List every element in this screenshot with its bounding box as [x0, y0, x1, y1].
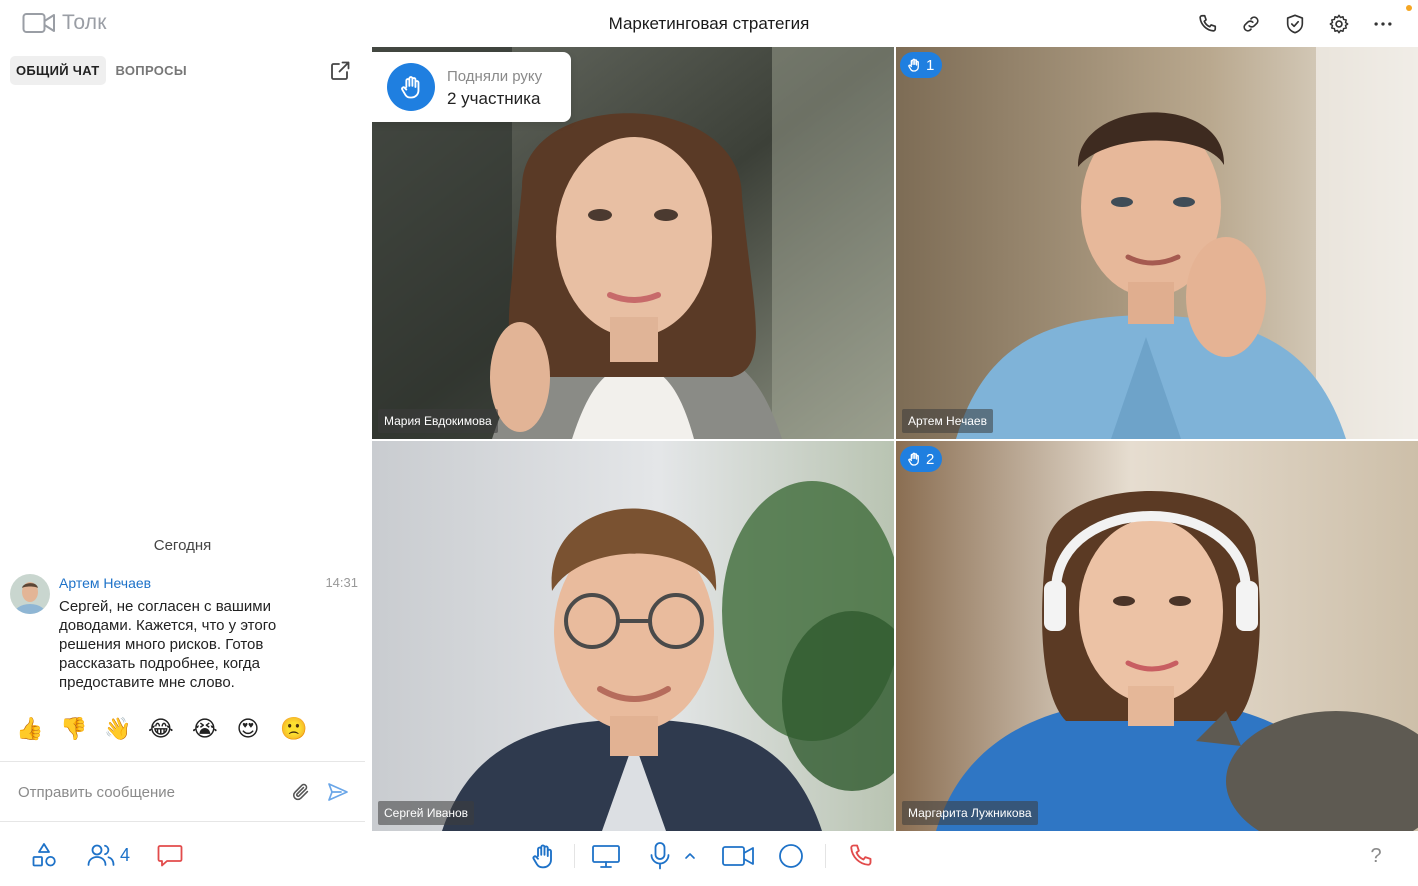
- divider: [574, 844, 575, 868]
- monitor-icon: [592, 845, 620, 868]
- more-button[interactable]: [1368, 11, 1398, 37]
- phone-button[interactable]: [1192, 11, 1222, 37]
- send-icon: [328, 783, 348, 801]
- screen-share-button[interactable]: [591, 842, 621, 870]
- camera-logo-icon: [22, 13, 55, 33]
- shapes-icon: [32, 843, 56, 867]
- top-bar: Толк Маркетинговая стратегия: [0, 0, 1418, 47]
- tab-questions[interactable]: ВОПРОСЫ: [110, 56, 193, 85]
- top-actions: [1192, 11, 1398, 37]
- shield-check-icon: [1286, 14, 1304, 34]
- security-button[interactable]: [1280, 11, 1310, 37]
- settings-button[interactable]: [1324, 11, 1354, 37]
- raised-hand-badge: 1: [900, 52, 943, 78]
- video-grid: Подняли руку 2 участника Мария Евдокимов…: [372, 47, 1418, 831]
- message-composer: [0, 761, 365, 822]
- microphone-button[interactable]: [647, 841, 673, 871]
- app-logo: Толк: [22, 11, 107, 35]
- hand-icon: [908, 58, 919, 72]
- avatar-image: [10, 574, 50, 614]
- raised-hands-count: 2 участника: [447, 89, 541, 108]
- video-tile[interactable]: 2 Маргарита Лужникова: [896, 441, 1418, 831]
- raised-hands-indicator: [387, 63, 435, 111]
- help-button[interactable]: ?: [1364, 841, 1388, 871]
- participant-name: Маргарита Лужникова: [902, 801, 1038, 825]
- hand-icon: [401, 76, 420, 99]
- video-camera-icon: [722, 846, 754, 866]
- participant-video: [896, 441, 1418, 831]
- video-tile-active-speaker[interactable]: Сергей Иванов: [372, 441, 894, 831]
- microphone-icon: [650, 842, 670, 870]
- chat-tabs: ОБЩИЙ ЧАТ ВОПРОСЫ: [10, 56, 193, 85]
- day-divider: Сегодня: [153, 537, 212, 554]
- paperclip-icon: [292, 783, 309, 801]
- participant-name: Мария Евдокимова: [378, 409, 498, 433]
- gear-icon: [1329, 14, 1349, 34]
- video-tile[interactable]: Подняли руку 2 участника Мария Евдокимов…: [372, 47, 894, 439]
- participant-name: Артем Нечаев: [902, 409, 993, 433]
- avatar[interactable]: [10, 574, 50, 614]
- message-input[interactable]: [18, 780, 278, 804]
- link-icon: [1243, 16, 1259, 32]
- quick-reactions: 👍 👎 👋 😂 😭 😍 🙁: [16, 718, 307, 742]
- hand-order: 2: [926, 450, 935, 468]
- app-name: Толк: [62, 11, 107, 34]
- attach-button[interactable]: [290, 781, 312, 803]
- users-icon: [87, 844, 115, 866]
- chat-toggle-button[interactable]: [156, 841, 184, 869]
- tab-general-chat[interactable]: ОБЩИЙ ЧАТ: [10, 56, 106, 85]
- chevron-up-icon: [685, 853, 695, 859]
- reaction-cry[interactable]: 😭: [192, 718, 218, 742]
- call-controls: [528, 840, 874, 872]
- video-tile[interactable]: 1 Артем Нечаев: [896, 47, 1418, 439]
- participants-button[interactable]: 4: [86, 841, 130, 869]
- participant-video: [896, 47, 1418, 439]
- raised-hand-badge: 2: [900, 446, 943, 472]
- raised-hands-label: Подняли руку: [447, 68, 543, 85]
- participants-count: 4: [120, 844, 131, 865]
- participant-name: Сергей Иванов: [378, 801, 475, 825]
- hand-icon: [908, 452, 919, 466]
- record-button[interactable]: [777, 842, 805, 870]
- camera-button[interactable]: [721, 843, 755, 869]
- send-button[interactable]: [326, 780, 350, 804]
- phone-icon: [1199, 14, 1217, 32]
- copy-link-button[interactable]: [1236, 11, 1266, 37]
- bottom-left-actions: 4: [30, 841, 184, 869]
- message-text: Сергей, не согласен с вашими доводами. К…: [59, 598, 277, 691]
- raise-hand-button[interactable]: [528, 841, 558, 871]
- chat-bubble-icon: [157, 845, 183, 867]
- bottom-toolbar: 4 ?: [0, 831, 1418, 886]
- message-time: 14:31: [325, 575, 358, 590]
- reaction-thumbs-down[interactable]: 👎: [60, 718, 87, 742]
- chat-sidebar: ОБЩИЙ ЧАТ ВОПРОСЫ Сегодня Артем Нечаев 1…: [0, 47, 365, 822]
- more-icon: [1374, 22, 1392, 26]
- message-author[interactable]: Артем Нечаев: [59, 575, 151, 591]
- reaction-wave[interactable]: 👋: [104, 718, 131, 742]
- raised-hands-panel[interactable]: Подняли руку 2 участника: [372, 52, 571, 122]
- external-link-icon: [331, 61, 350, 80]
- popout-chat-button[interactable]: [328, 59, 352, 83]
- reaction-laugh[interactable]: 😂: [148, 718, 174, 742]
- hand-icon: [532, 844, 552, 869]
- reaction-sad[interactable]: 🙁: [280, 718, 307, 742]
- participant-video: [372, 441, 894, 831]
- hang-up-button[interactable]: [846, 842, 874, 870]
- hand-order: 1: [926, 56, 935, 74]
- microphone-options-button[interactable]: [683, 849, 697, 863]
- divider: [825, 844, 826, 868]
- notification-dot: [1406, 5, 1412, 11]
- apps-button[interactable]: [30, 841, 58, 869]
- reaction-heart-eyes[interactable]: 😍: [236, 718, 260, 742]
- reaction-thumbs-up[interactable]: 👍: [16, 718, 43, 742]
- record-icon: [779, 844, 803, 868]
- phone-hangup-icon: [850, 844, 872, 866]
